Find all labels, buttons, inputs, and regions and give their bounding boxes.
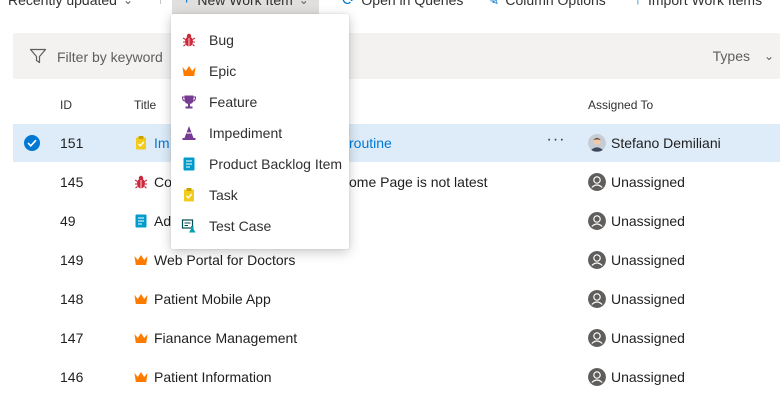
work-item-title[interactable]: Fianance Management (154, 330, 297, 346)
toolbar-separator (160, 0, 161, 4)
menu-item-product-backlog-item[interactable]: Product Backlog Item (171, 148, 349, 179)
work-item-id: 49 (60, 213, 76, 229)
work-item-id: 146 (60, 369, 84, 385)
work-item-id: 147 (60, 330, 84, 346)
ellipsis-icon: ··· (546, 131, 566, 148)
bug-icon (182, 33, 196, 47)
crown-icon (134, 372, 148, 382)
chevron-down-icon: ⌄ (763, 49, 774, 63)
table-row[interactable]: 151 Im routine ··· Stefano Demiliani (13, 124, 780, 162)
column-options-label: Column Options (505, 0, 606, 8)
chevron-down-icon: ⌄ (122, 0, 134, 7)
unassigned-avatar-icon (588, 251, 606, 269)
new-work-item-menu: Bug Epic Feature Impediment Product Back… (171, 14, 349, 249)
assigned-to-name: Unassigned (611, 252, 685, 268)
edit-icon: ✎ (486, 0, 500, 9)
work-item-title[interactable]: Patient Information (154, 369, 272, 385)
work-item-id: 145 (60, 174, 84, 190)
table-row[interactable]: 145 Co ome Page is not latest Unassigned (13, 163, 780, 201)
menu-item-task[interactable]: Task (171, 179, 349, 210)
table-row[interactable]: 149 Web Portal for Doctors Unassigned (13, 241, 780, 279)
unassigned-avatar-icon (588, 329, 606, 347)
import-work-items-label: Import Work Items (648, 0, 763, 8)
recently-updated-dropdown[interactable]: Recently updated ⌄ (8, 0, 133, 12)
work-item-title-tail[interactable]: ome Page is not latest (349, 174, 488, 190)
work-item-id: 148 (60, 291, 84, 307)
bug-icon (134, 175, 148, 189)
clipboard-icon (136, 136, 146, 150)
assigned-to-name: Unassigned (611, 291, 685, 307)
column-header-assigned-to[interactable]: Assigned To (588, 98, 653, 112)
work-item-title[interactable]: Co (154, 174, 172, 190)
column-header-id[interactable]: ID (60, 98, 72, 112)
chevron-down-icon: ⌄ (298, 0, 309, 7)
table-row[interactable]: 49 Ad Unassigned (13, 202, 780, 240)
new-work-item-button[interactable]: + New Work Item ⌄ (172, 0, 319, 14)
menu-item-label: Epic (209, 63, 237, 79)
work-item-id: 151 (60, 135, 84, 151)
work-item-id: 149 (60, 252, 84, 268)
menu-item-label: Test Case (209, 218, 272, 234)
avatar (588, 134, 606, 152)
backlog-item-icon (135, 214, 147, 228)
menu-item-label: Feature (209, 94, 258, 110)
test-case-icon (181, 219, 196, 233)
table-row[interactable]: 148 Patient Mobile App Unassigned (13, 280, 780, 318)
open-in-queries-label: Open in Queries (361, 0, 464, 8)
menu-item-label: Task (209, 187, 238, 203)
assigned-to-name: Unassigned (611, 330, 685, 346)
menu-item-bug[interactable]: Bug (171, 24, 349, 55)
column-header-row: ID Title Assigned To (0, 86, 780, 122)
unassigned-avatar-icon (588, 173, 606, 191)
table-row[interactable]: 147 Fianance Management Unassigned (13, 319, 780, 357)
more-actions-button[interactable]: ··· (540, 127, 572, 159)
new-work-item-label: New Work Item (197, 0, 293, 8)
work-item-title[interactable]: Patient Mobile App (154, 291, 271, 307)
trophy-icon (181, 95, 197, 109)
clipboard-icon (184, 188, 194, 202)
backlog-item-icon (183, 157, 195, 171)
menu-item-test-case[interactable]: Test Case (171, 210, 349, 241)
column-header-title[interactable]: Title (134, 98, 156, 112)
toolbar: Recently updated ⌄ + New Work Item ⌄ ⟳ O… (0, 0, 780, 14)
work-item-title[interactable]: Im (154, 135, 170, 151)
work-item-title[interactable]: Ad (154, 213, 171, 229)
recently-updated-label: Recently updated (8, 0, 117, 8)
menu-item-feature[interactable]: Feature (171, 86, 349, 117)
filter-bar: Types ⌄ (13, 33, 780, 81)
plus-icon: + (182, 0, 191, 9)
filter-icon (29, 48, 47, 64)
types-filter[interactable]: Types (713, 33, 750, 79)
checkmark-icon[interactable] (24, 135, 40, 151)
assigned-to-name: Unassigned (611, 213, 685, 229)
menu-item-epic[interactable]: Epic (171, 55, 349, 86)
unassigned-avatar-icon (588, 212, 606, 230)
crown-icon (134, 294, 148, 304)
menu-item-label: Product Backlog Item (209, 156, 343, 172)
unassigned-avatar-icon (588, 368, 606, 386)
assigned-to-name: Stefano Demiliani (611, 135, 721, 151)
unassigned-avatar-icon (588, 290, 606, 308)
table-row[interactable]: 146 Patient Information Unassigned (13, 358, 780, 396)
refresh-icon: ⟳ (342, 0, 356, 9)
upload-icon: ↑ (634, 0, 642, 9)
assigned-to-name: Unassigned (611, 174, 685, 190)
menu-item-label: Bug (209, 32, 234, 48)
column-options-button[interactable]: ✎ Column Options (486, 0, 606, 12)
crown-icon (134, 333, 148, 343)
menu-item-label: Impediment (209, 125, 283, 141)
assigned-to-name: Unassigned (611, 369, 685, 385)
crown-icon (134, 255, 148, 265)
work-item-title-tail[interactable]: routine (349, 135, 392, 151)
crown-icon (182, 66, 196, 76)
work-item-title[interactable]: Web Portal for Doctors (154, 252, 295, 268)
import-work-items-button[interactable]: ↑ Import Work Items (634, 0, 762, 12)
open-in-queries-button[interactable]: ⟳ Open in Queries (342, 0, 463, 12)
cone-icon (182, 126, 196, 140)
menu-item-impediment[interactable]: Impediment (171, 117, 349, 148)
